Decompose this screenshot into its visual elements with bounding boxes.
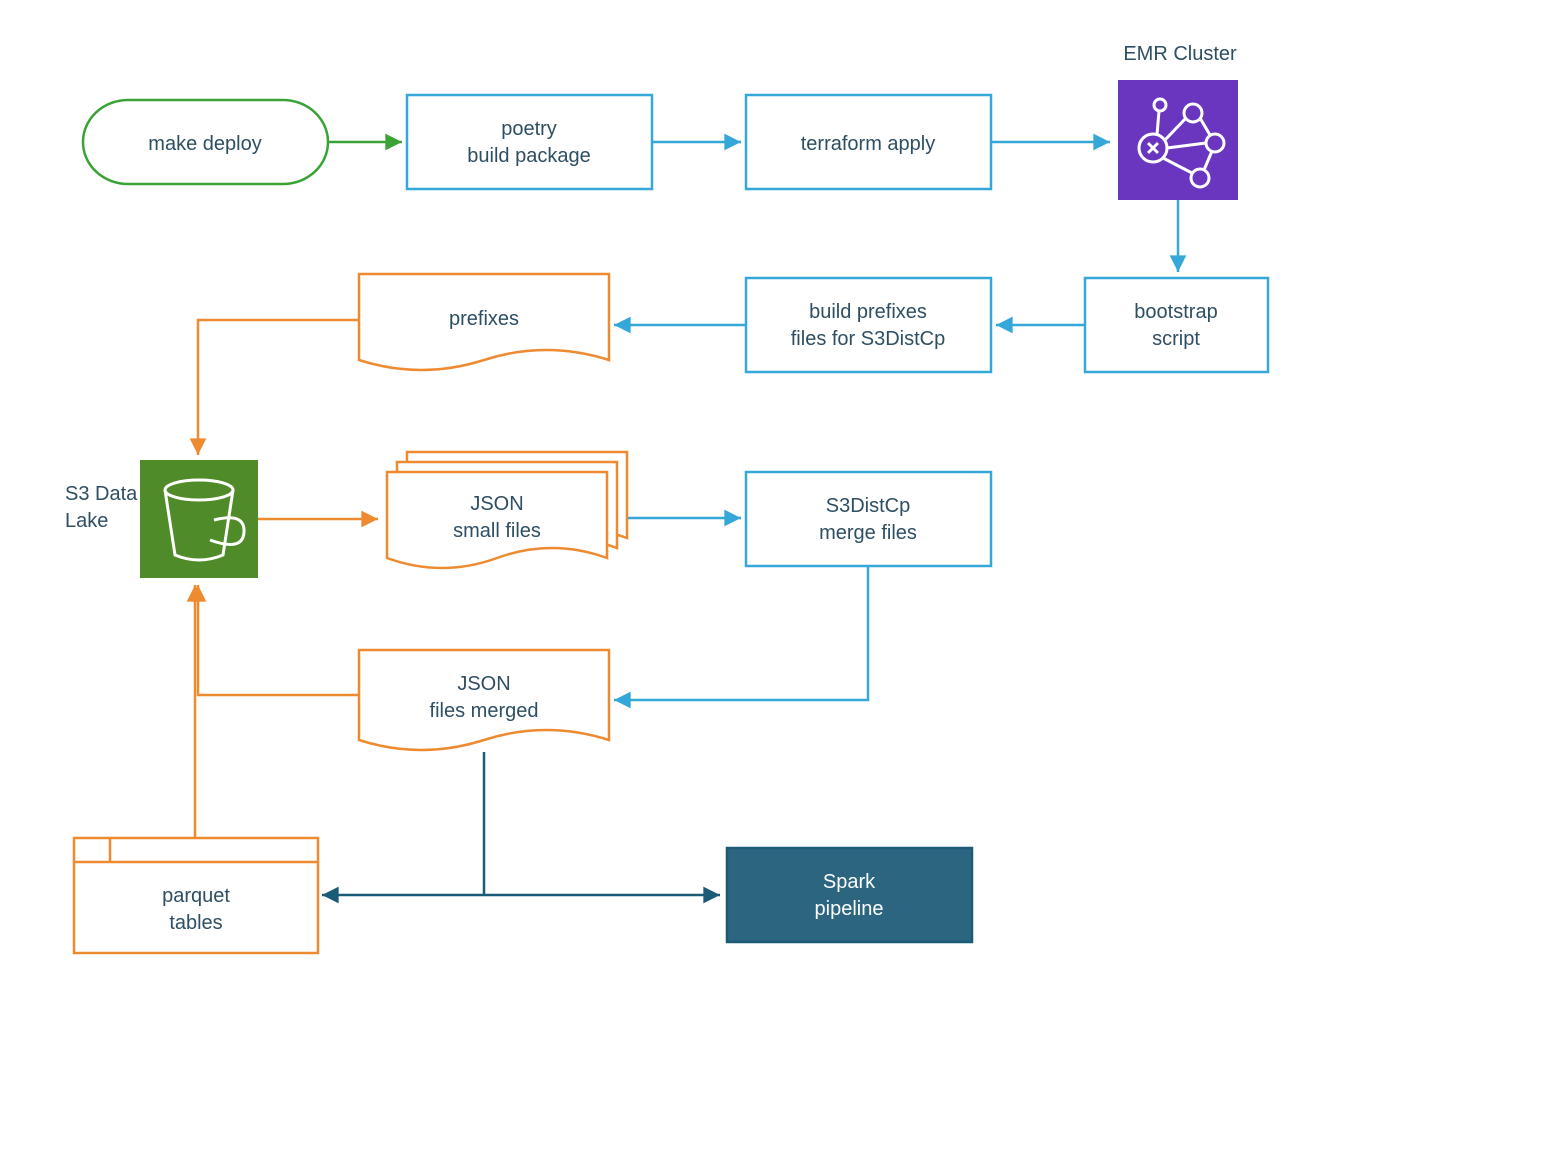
label-bootstrap-l1: bootstrap	[1134, 301, 1217, 323]
emr-cluster-icon	[1118, 80, 1238, 200]
label-poetry-l2: build package	[467, 145, 590, 167]
arrow-s3distcp-to-jsonmerged	[614, 566, 868, 700]
label-bootstrap-l2: script	[1152, 328, 1200, 350]
label-build-prefixes-l2: files for S3DistCp	[791, 328, 946, 350]
arrow-merged-to-spark-parquet	[322, 752, 720, 895]
label-s3distcp-l1: S3DistCp	[826, 495, 910, 517]
label-json-merged-l1: JSON	[457, 673, 510, 695]
label-parquet-l2: tables	[169, 912, 222, 934]
arrow-prefixes-to-s3	[198, 320, 359, 455]
label-prefixes: prefixes	[449, 308, 519, 330]
label-json-merged-l2: files merged	[430, 700, 539, 722]
label-s3-l1: S3 Data	[65, 483, 138, 505]
label-terraform: terraform apply	[801, 133, 936, 155]
label-spark-l1: Spark	[823, 871, 876, 893]
node-bootstrap-script: bootstrap script	[1085, 278, 1268, 372]
label-json-small-l1: JSON	[470, 493, 523, 515]
node-s3distcp-merge: S3DistCp merge files	[746, 472, 991, 566]
diagram-canvas: make deploy poetry build package terrafo…	[0, 0, 1563, 1161]
node-terraform-apply: terraform apply	[746, 95, 991, 189]
label-s3-l2: Lake	[65, 510, 108, 532]
node-spark-pipeline: Spark pipeline	[727, 848, 972, 942]
label-parquet-l1: parquet	[162, 885, 230, 907]
s3-bucket-icon	[140, 460, 258, 578]
node-prefixes-doc: prefixes	[359, 274, 609, 370]
node-parquet-tables: parquet tables	[74, 838, 318, 953]
label-json-small-l2: small files	[453, 520, 541, 542]
node-poetry-build: poetry build package	[407, 95, 652, 189]
label-make-deploy: make deploy	[148, 133, 261, 155]
label-emr-title: EMR Cluster	[1123, 43, 1237, 65]
label-build-prefixes-l1: build prefixes	[809, 301, 927, 323]
label-poetry-l1: poetry	[501, 118, 557, 140]
arrow-jsonmerged-to-s3	[198, 585, 359, 695]
label-spark-l2: pipeline	[815, 898, 884, 920]
node-json-merged: JSON files merged	[359, 650, 609, 750]
node-make-deploy: make deploy	[83, 100, 328, 184]
node-json-small-files: JSON small files	[387, 452, 627, 568]
label-s3distcp-l2: merge files	[819, 522, 917, 544]
node-build-prefixes: build prefixes files for S3DistCp	[746, 278, 991, 372]
